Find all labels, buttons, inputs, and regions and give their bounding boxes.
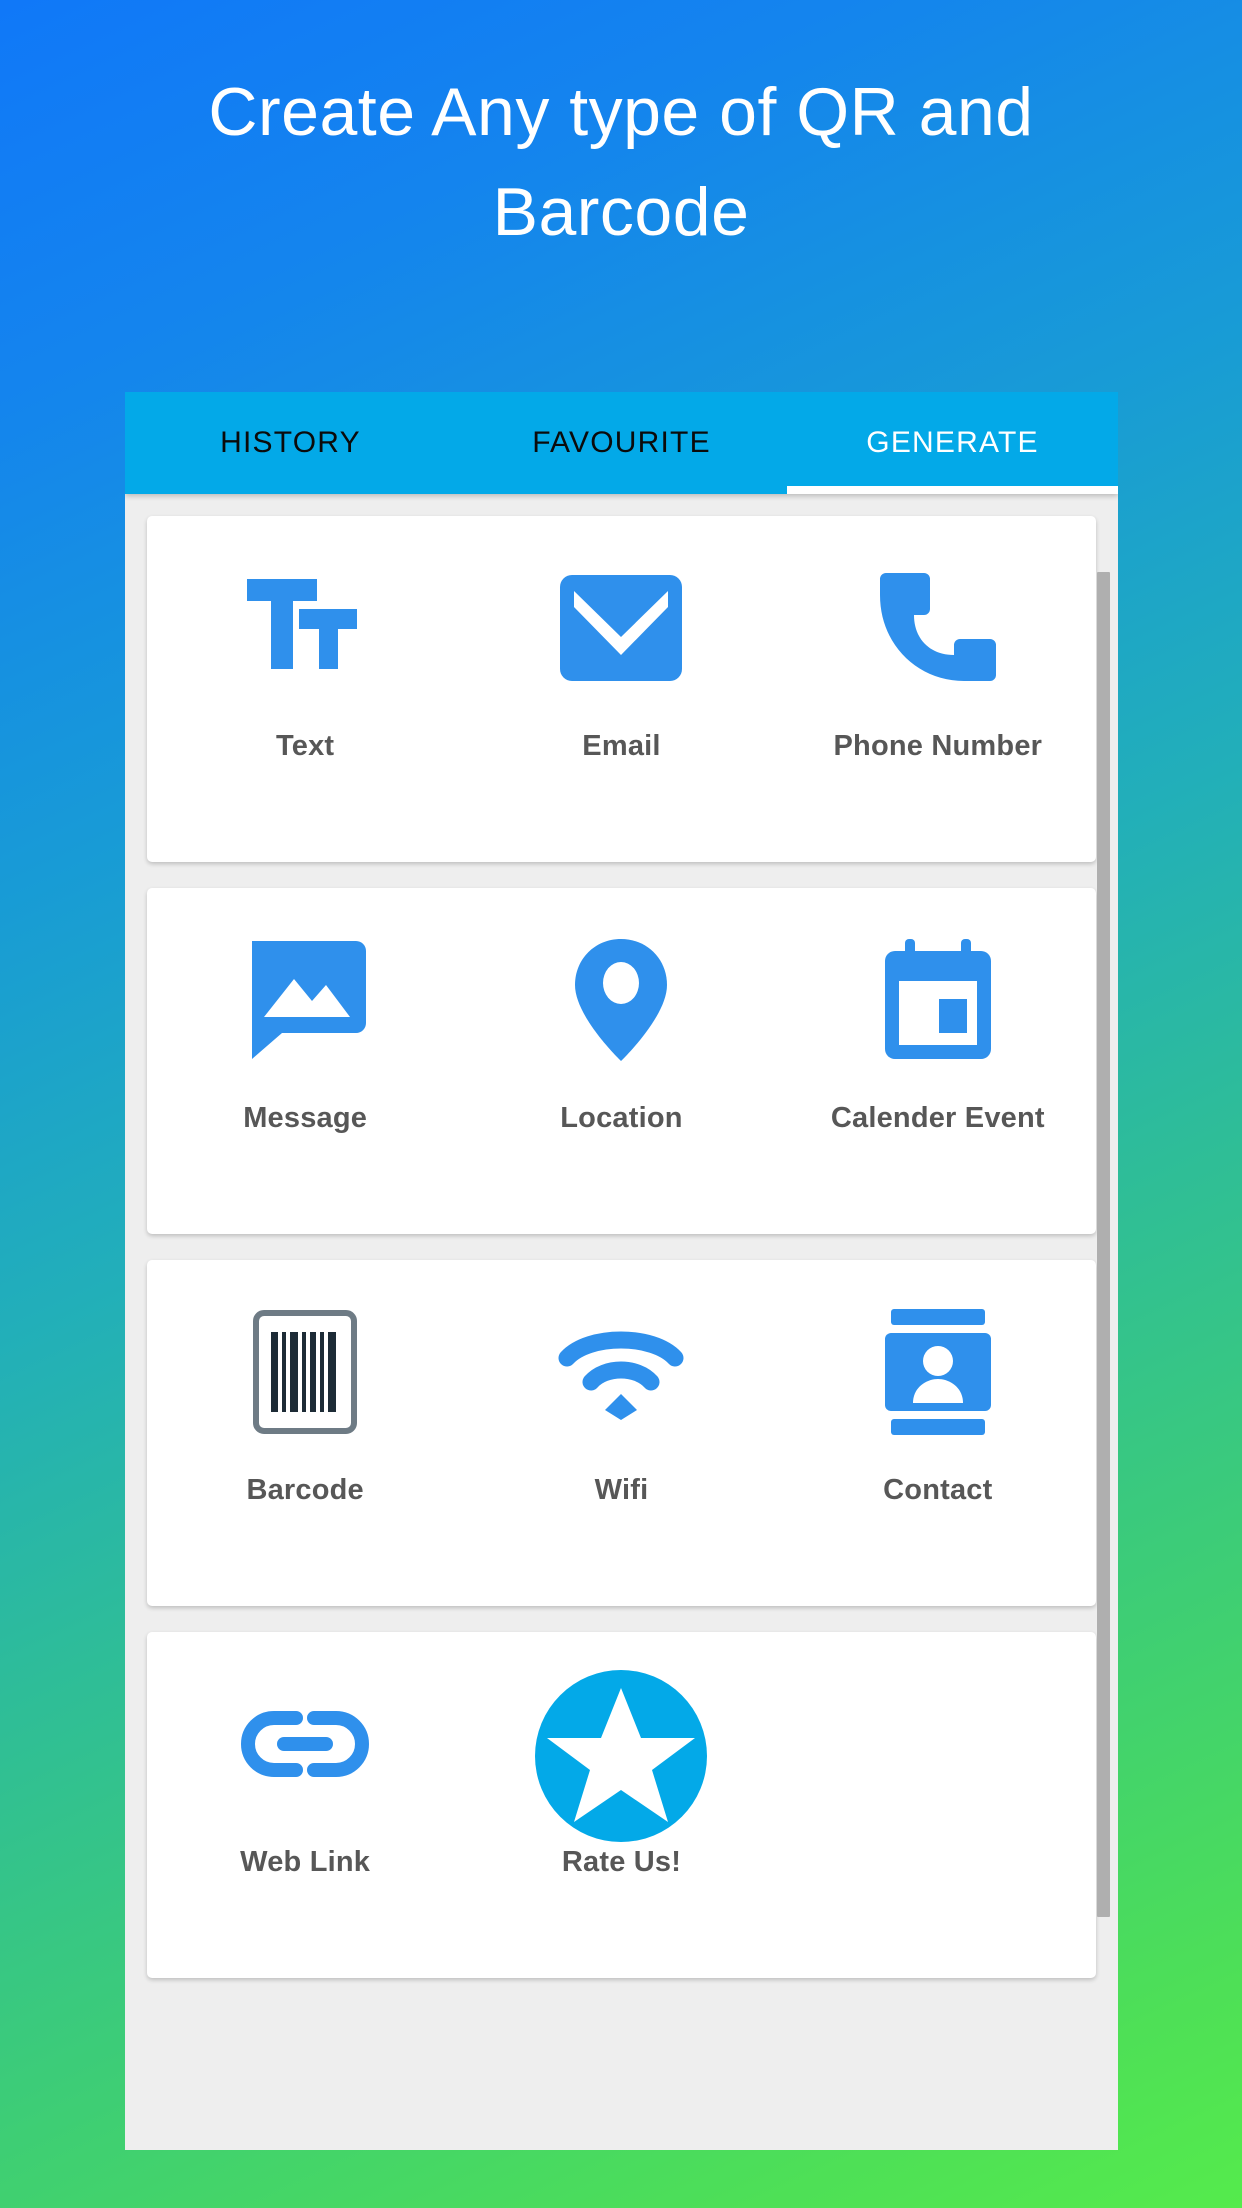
star-circle-icon <box>535 1670 708 1842</box>
grid-item-message[interactable]: Message <box>147 934 463 1234</box>
grid-item-web-link[interactable]: Web Link <box>147 1678 463 1978</box>
grid-item-label: Calender Event <box>830 1102 1045 1134</box>
grid-item-label: Web Link <box>240 1846 371 1878</box>
email-envelope-icon <box>558 562 684 694</box>
grid-item-text[interactable]: Text <box>147 562 463 862</box>
grid-item-rate-us[interactable]: Rate Us! <box>463 1670 779 1978</box>
scrollbar-thumb[interactable] <box>1097 572 1110 1917</box>
grid-row: Text Email Phone Number <box>147 516 1096 862</box>
tab-generate[interactable]: GENERATE <box>787 392 1118 494</box>
grid-item-label: Email <box>582 730 661 762</box>
grid-item-label: Location <box>560 1102 683 1134</box>
grid-item-email[interactable]: Email <box>463 562 779 862</box>
scrollbar-track[interactable] <box>1091 494 1113 2150</box>
tab-bar: HISTORY FAVOURITE GENERATE <box>125 392 1118 494</box>
grid-row: Message Location Calender Event <box>147 888 1096 1234</box>
grid-item-contact[interactable]: Contact <box>780 1306 1096 1606</box>
chain-link-icon <box>240 1678 370 1810</box>
phone-call-icon <box>876 562 1000 694</box>
grid-item-empty <box>780 1678 1096 1978</box>
tab-favourite[interactable]: FAVOURITE <box>456 392 787 494</box>
grid-item-label: Text <box>276 730 335 762</box>
page-title: Create Any type of QR and Barcode <box>208 74 1034 250</box>
wifi-icon <box>555 1306 687 1438</box>
grid-item-phone-number[interactable]: Phone Number <box>780 562 1096 862</box>
tab-favourite-label: FAVOURITE <box>532 426 711 459</box>
grid-item-label: Wifi <box>594 1474 649 1506</box>
generate-grid: Text Email Phone Number Message Location… <box>125 494 1118 2150</box>
contact-card-icon <box>883 1306 993 1438</box>
grid-item-label: Rate Us! <box>561 1846 682 1878</box>
grid-item-label: Contact <box>883 1474 993 1506</box>
tab-history[interactable]: HISTORY <box>125 392 456 494</box>
grid-item-location[interactable]: Location <box>463 934 779 1234</box>
grid-item-label: Message <box>243 1102 368 1134</box>
calendar-icon <box>879 934 997 1066</box>
grid-item-calender-event[interactable]: Calender Event <box>780 934 1096 1234</box>
text-format-icon <box>245 562 365 694</box>
message-image-icon <box>242 934 368 1066</box>
tab-generate-label: GENERATE <box>866 426 1039 459</box>
grid-item-wifi[interactable]: Wifi <box>463 1306 779 1606</box>
grid-item-label: Phone Number <box>833 730 1043 762</box>
grid-row: Barcode Wifi Contact <box>147 1260 1096 1606</box>
grid-row: Web Link Rate Us! <box>147 1632 1096 1978</box>
grid-item-barcode[interactable]: Barcode <box>147 1306 463 1606</box>
app-panel: HISTORY FAVOURITE GENERATE Text Email Ph… <box>125 392 1118 2150</box>
grid-item-label: Barcode <box>246 1474 364 1506</box>
tab-history-label: HISTORY <box>220 426 361 459</box>
barcode-icon <box>253 1306 358 1438</box>
location-pin-icon <box>571 934 671 1066</box>
